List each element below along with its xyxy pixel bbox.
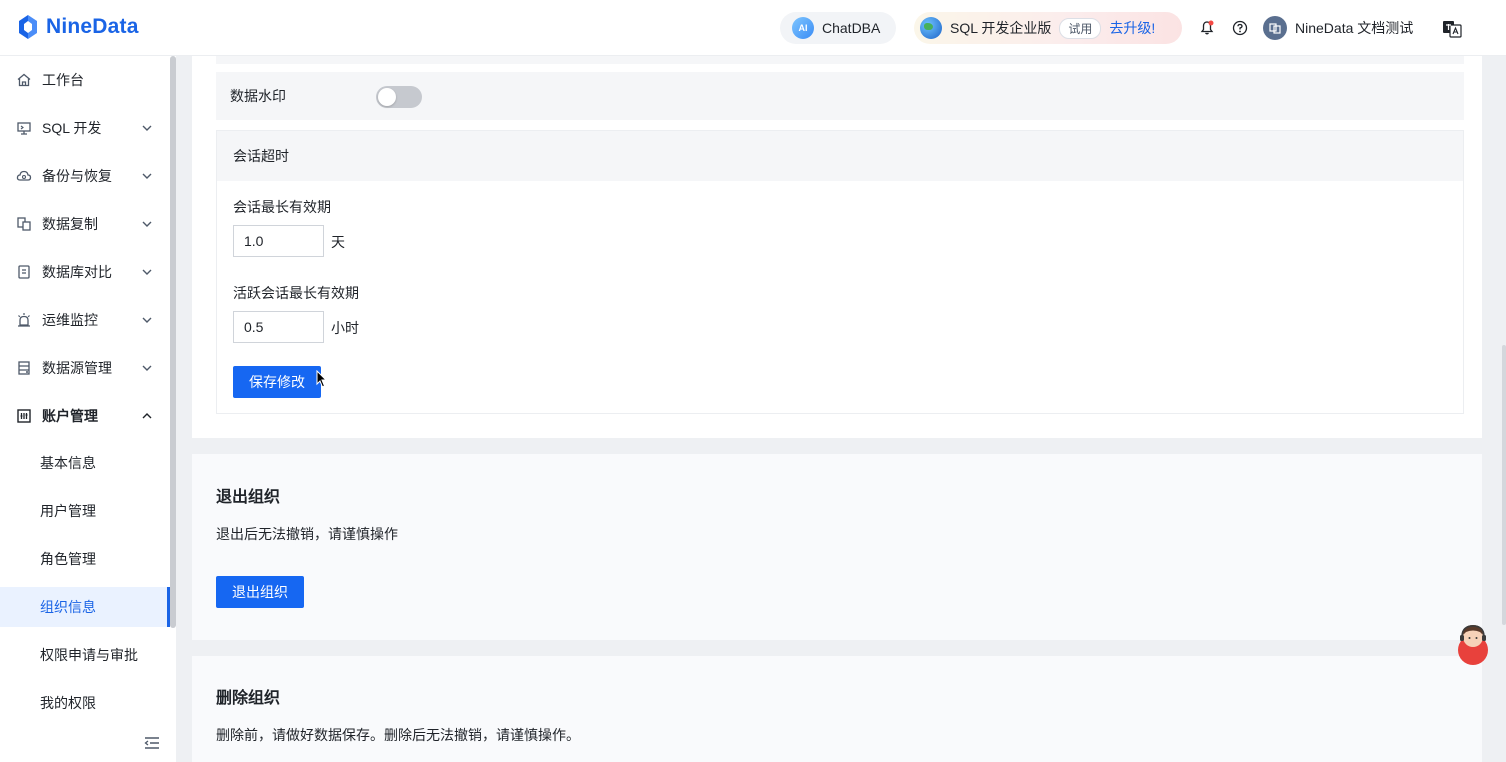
sidebar-item-label: SQL 开发 (42, 120, 102, 136)
mouse-cursor-icon (316, 370, 328, 388)
leave-org-button[interactable]: 退出组织 (216, 576, 304, 608)
previous-section-edge (216, 56, 1464, 64)
sidebar-subitem-label: 基本信息 (40, 455, 96, 471)
globe-icon (920, 17, 942, 39)
active-session-label: 活跃会话最长有效期 (233, 285, 359, 301)
org-settings-card: 数据水印 会话超时 会话最长有效期 1.0 天 活跃会话最长有效期 0.5 小时… (192, 56, 1482, 438)
save-changes-button[interactable]: 保存修改 (233, 366, 321, 398)
session-timeout-title: 会话超时 (217, 131, 1463, 181)
language-switch-icon[interactable] (1442, 19, 1462, 39)
chevron-down-icon (142, 365, 152, 371)
sidebar-subitem-label: 组织信息 (40, 599, 96, 615)
leave-org-title: 退出组织 (216, 489, 281, 506)
sidebar-subitem-my-permissions[interactable]: 我的权限 (0, 683, 168, 723)
sidebar-item-db-compare[interactable]: 数据库对比 (0, 248, 168, 296)
chevron-down-icon (142, 173, 152, 179)
brand-logo[interactable]: NineData (16, 14, 139, 40)
alarm-icon (16, 312, 32, 328)
edition-name: SQL 开发企业版 (950, 20, 1052, 36)
delete-org-card: 删除组织 删除前，请做好数据保存。删除后无法撤销，请谨慎操作。 (192, 656, 1482, 762)
sidebar-subitem-label: 用户管理 (40, 503, 96, 519)
notification-bell-icon[interactable] (1198, 19, 1216, 37)
sidebar-item-label: 运维监控 (42, 312, 98, 328)
sidebar-subitem-label: 我的权限 (40, 695, 96, 711)
sidebar-subitem-label: 权限申请与审批 (40, 647, 138, 663)
sidebar-item-datasource[interactable]: 数据源管理 (0, 344, 168, 392)
ninedata-logo-icon (19, 15, 37, 39)
sidebar-subitem-basic-info[interactable]: 基本信息 (0, 443, 168, 483)
sidebar-item-ops-monitor[interactable]: 运维监控 (0, 296, 168, 344)
sidebar-item-label: 数据源管理 (42, 360, 112, 376)
sidebar-item-account[interactable]: 账户管理 (0, 392, 168, 440)
session-max-unit: 天 (331, 234, 345, 250)
leave-org-card: 退出组织 退出后无法撤销，请谨慎操作 退出组织 (192, 454, 1482, 640)
sidebar-subitem-role-mgmt[interactable]: 角色管理 (0, 539, 168, 579)
support-assistant-icon[interactable] (1454, 620, 1492, 666)
toggle-knob (378, 88, 396, 106)
monitor-icon (16, 120, 32, 136)
sidebar-item-label: 工作台 (42, 72, 84, 88)
account-icon (16, 408, 32, 424)
collapse-sidebar-icon[interactable] (144, 736, 160, 750)
sidebar-subitem-label: 角色管理 (40, 551, 96, 567)
delete-org-description: 删除前，请做好数据保存。删除后无法撤销，请谨慎操作。 (216, 727, 580, 743)
session-max-label: 会话最长有效期 (233, 199, 331, 215)
sidebar-subitem-org-info[interactable]: 组织信息 (0, 587, 170, 627)
copy-icon (16, 216, 32, 232)
chatdba-button[interactable]: AI ChatDBA (780, 12, 897, 44)
chatdba-label: ChatDBA (822, 20, 881, 36)
active-session-unit: 小时 (331, 320, 359, 336)
edition-banner[interactable]: SQL 开发企业版 试用 去升级! (914, 12, 1182, 44)
main-content: 数据水印 会话超时 会话最长有效期 1.0 天 活跃会话最长有效期 0.5 小时… (176, 56, 1506, 762)
cloud-icon (16, 168, 32, 184)
trial-badge: 试用 (1059, 17, 1102, 39)
sidebar-item-label: 备份与恢复 (42, 168, 112, 184)
top-header: NineData AI ChatDBA SQL 开发企业版 试用 去升级! Ni… (0, 0, 1506, 56)
avatar (1263, 16, 1287, 40)
datasource-icon (16, 360, 32, 376)
chevron-down-icon (142, 221, 152, 227)
sidebar-subitem-permission-request[interactable]: 权限申请与审批 (0, 635, 168, 675)
chevron-down-icon (142, 125, 152, 131)
chevron-up-icon (142, 413, 152, 419)
upgrade-link[interactable]: 去升级! (1109, 18, 1155, 38)
user-menu[interactable]: NineData 文档测试 (1263, 16, 1413, 40)
watermark-row: 数据水印 (216, 72, 1464, 120)
sidebar-item-label: 数据库对比 (42, 264, 112, 280)
sidebar-item-backup[interactable]: 备份与恢复 (0, 152, 168, 200)
chevron-down-icon (142, 269, 152, 275)
brand-name: NineData (46, 15, 139, 38)
active-session-input[interactable]: 0.5 (233, 311, 324, 343)
home-icon (16, 72, 32, 88)
session-max-input[interactable]: 1.0 (233, 225, 324, 257)
leave-org-description: 退出后无法撤销，请谨慎操作 (216, 526, 398, 542)
sidebar-item-replication[interactable]: 数据复制 (0, 200, 168, 248)
sidebar-item-workbench[interactable]: 工作台 (0, 56, 168, 104)
delete-org-title: 删除组织 (216, 690, 281, 707)
sidebar: 工作台 SQL 开发 备份与恢复 数据复制 数据库对比 运维监控 数据源管理 账… (0, 56, 176, 762)
watermark-toggle[interactable] (376, 86, 422, 108)
session-timeout-panel: 会话超时 会话最长有效期 1.0 天 活跃会话最长有效期 0.5 小时 保存修改 (216, 130, 1464, 414)
main-scrollbar[interactable] (1502, 345, 1506, 625)
sidebar-item-sql-dev[interactable]: SQL 开发 (0, 104, 168, 152)
chevron-down-icon (142, 317, 152, 323)
compare-icon (16, 264, 32, 280)
user-name: NineData 文档测试 (1295, 20, 1414, 36)
sidebar-item-label: 账户管理 (42, 408, 98, 424)
watermark-label: 数据水印 (230, 88, 286, 104)
help-icon[interactable] (1231, 19, 1249, 37)
sidebar-item-label: 数据复制 (42, 216, 98, 232)
ai-icon: AI (792, 17, 814, 39)
sidebar-subitem-user-mgmt[interactable]: 用户管理 (0, 491, 168, 531)
